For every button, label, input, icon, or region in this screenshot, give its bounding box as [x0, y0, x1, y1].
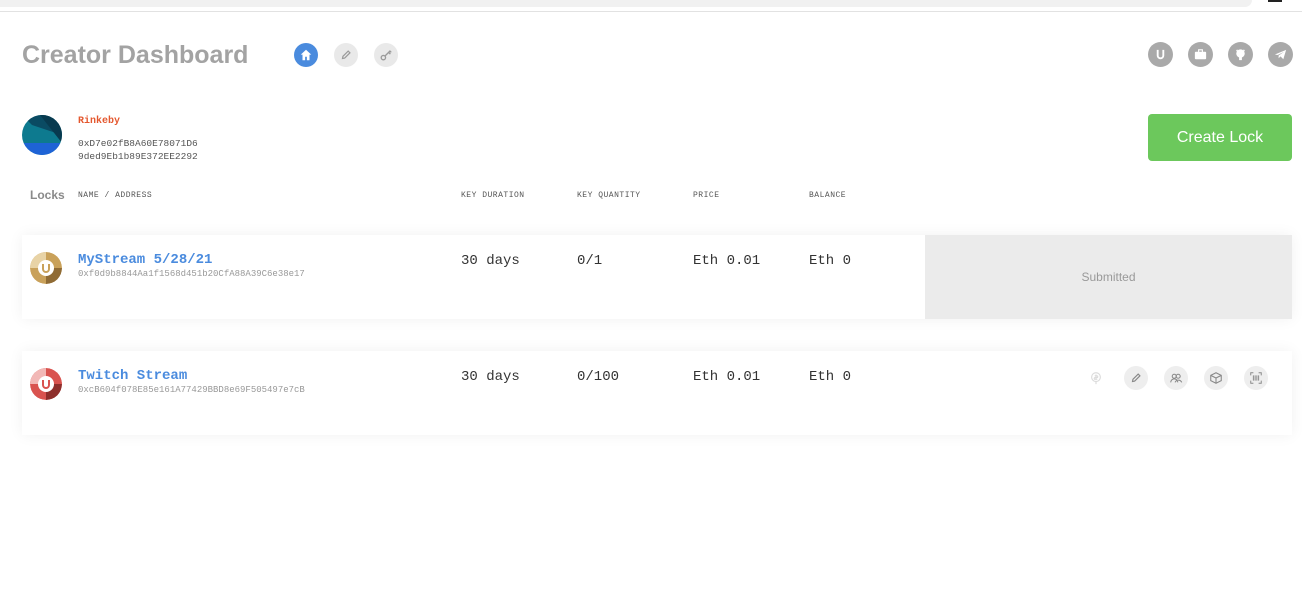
column-name-address: NAME / ADDRESS — [78, 191, 153, 200]
column-key-duration: KEY DURATION — [461, 191, 525, 200]
lock-address: 0xcB604f078E85e161A77429BBD8e69F505497e7… — [78, 385, 305, 395]
github-icon[interactable] — [1228, 42, 1253, 67]
code-icon[interactable] — [1204, 366, 1228, 390]
briefcase-icon[interactable] — [1188, 42, 1213, 67]
lock-icon — [30, 368, 62, 400]
home-icon[interactable] — [294, 43, 318, 67]
lock-name[interactable]: MyStream 5/28/21 — [78, 252, 212, 268]
address-bar[interactable] — [0, 0, 1252, 7]
key-icon[interactable] — [374, 43, 398, 67]
account-avatar — [22, 115, 62, 155]
column-key-quantity: KEY QUANTITY — [577, 191, 641, 200]
lock-balance: Eth 0 — [809, 369, 852, 385]
page-title: Creator Dashboard — [22, 41, 249, 69]
lock-duration: 30 days — [461, 369, 520, 385]
create-lock-button[interactable]: Create Lock — [1148, 114, 1292, 161]
unlock-icon[interactable] — [1148, 42, 1173, 67]
lock-name[interactable]: Twitch Stream — [78, 368, 187, 384]
lock-quantity: 0/1 — [577, 253, 603, 269]
account-address: 0xD7e02fB8A60E78071D6 9ded9Eb1b89E372EE2… — [78, 138, 198, 162]
lock-row[interactable]: MyStream 5/28/21 0xf0d9b8844Aa1f1568d451… — [22, 235, 1292, 319]
barcode-icon[interactable] — [1244, 366, 1268, 390]
lock-icon — [30, 252, 62, 284]
lock-quantity: 0/100 — [577, 369, 620, 385]
network-label: Rinkeby — [78, 116, 121, 127]
locks-heading: Locks — [30, 188, 65, 202]
lock-row[interactable]: Twitch Stream 0xcB604f078E85e161A77429BB… — [22, 351, 1292, 435]
members-icon[interactable] — [1164, 366, 1188, 390]
edit-icon[interactable] — [1124, 366, 1148, 390]
column-balance: BALANCE — [809, 191, 847, 200]
status-submitted: Submitted — [925, 235, 1292, 319]
column-price: PRICE — [693, 191, 720, 200]
lock-address: 0xf0d9b8844Aa1f1568d451b20CfA88A39C6e38e… — [78, 269, 305, 279]
browser-top-strip — [0, 0, 1302, 12]
lock-price: Eth 0.01 — [693, 369, 761, 385]
lock-balance: Eth 0 — [809, 253, 852, 269]
pencil-icon[interactable] — [334, 43, 358, 67]
menu-edge — [1268, 0, 1282, 2]
withdraw-icon[interactable] — [1084, 366, 1108, 390]
lock-price: Eth 0.01 — [693, 253, 761, 269]
telegram-icon[interactable] — [1268, 42, 1293, 67]
lock-duration: 30 days — [461, 253, 520, 269]
